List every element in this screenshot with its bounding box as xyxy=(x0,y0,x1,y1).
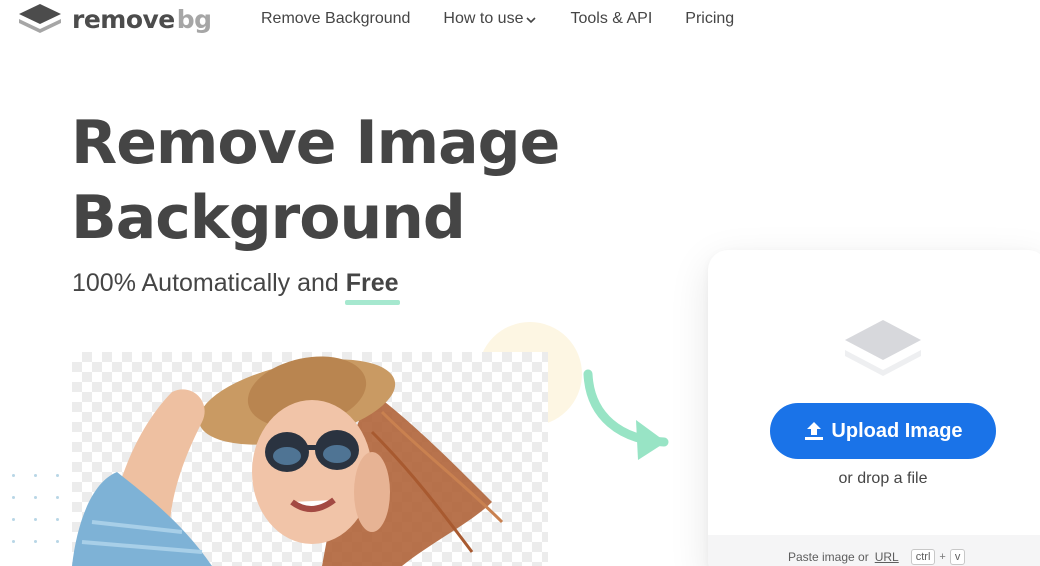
logo[interactable]: removebg xyxy=(18,0,212,38)
nav-tools-api[interactable]: Tools & API xyxy=(570,10,652,28)
nav-remove-background[interactable]: Remove Background xyxy=(261,10,410,28)
kbd-v: v xyxy=(949,549,966,565)
arrow-icon xyxy=(583,369,669,460)
chevron-down-icon xyxy=(526,16,537,23)
layers-icon xyxy=(18,3,62,35)
subtitle-highlight: Free xyxy=(345,269,399,297)
upload-button-label: Upload Image xyxy=(831,419,963,442)
nav-pricing[interactable]: Pricing xyxy=(685,10,734,28)
site-header: removebg Remove Background How to use To… xyxy=(0,0,1040,54)
paste-footer: Paste image or URL ctrl + v xyxy=(708,535,1040,566)
hero-subtitle: 100% Automatically and Free xyxy=(72,269,399,297)
paste-url-link[interactable]: URL xyxy=(875,550,899,564)
kbd-ctrl: ctrl xyxy=(910,549,936,565)
sample-image xyxy=(72,352,548,566)
page-title: Remove Image Background xyxy=(71,108,560,253)
paste-hint: Paste image or xyxy=(788,550,869,564)
drop-file-hint: or drop a file xyxy=(838,470,928,487)
layers-stack-icon xyxy=(842,316,924,382)
nav-how-to-use[interactable]: How to use xyxy=(443,10,537,28)
upload-image-button[interactable]: Upload Image xyxy=(770,403,996,459)
upload-card[interactable]: Upload Image or drop a file Paste image … xyxy=(708,250,1040,566)
kbd-plus: + xyxy=(939,551,946,563)
main-nav: Remove Background How to use Tools & API… xyxy=(261,0,767,38)
logo-text: removebg xyxy=(72,4,212,34)
upload-icon xyxy=(805,422,824,440)
